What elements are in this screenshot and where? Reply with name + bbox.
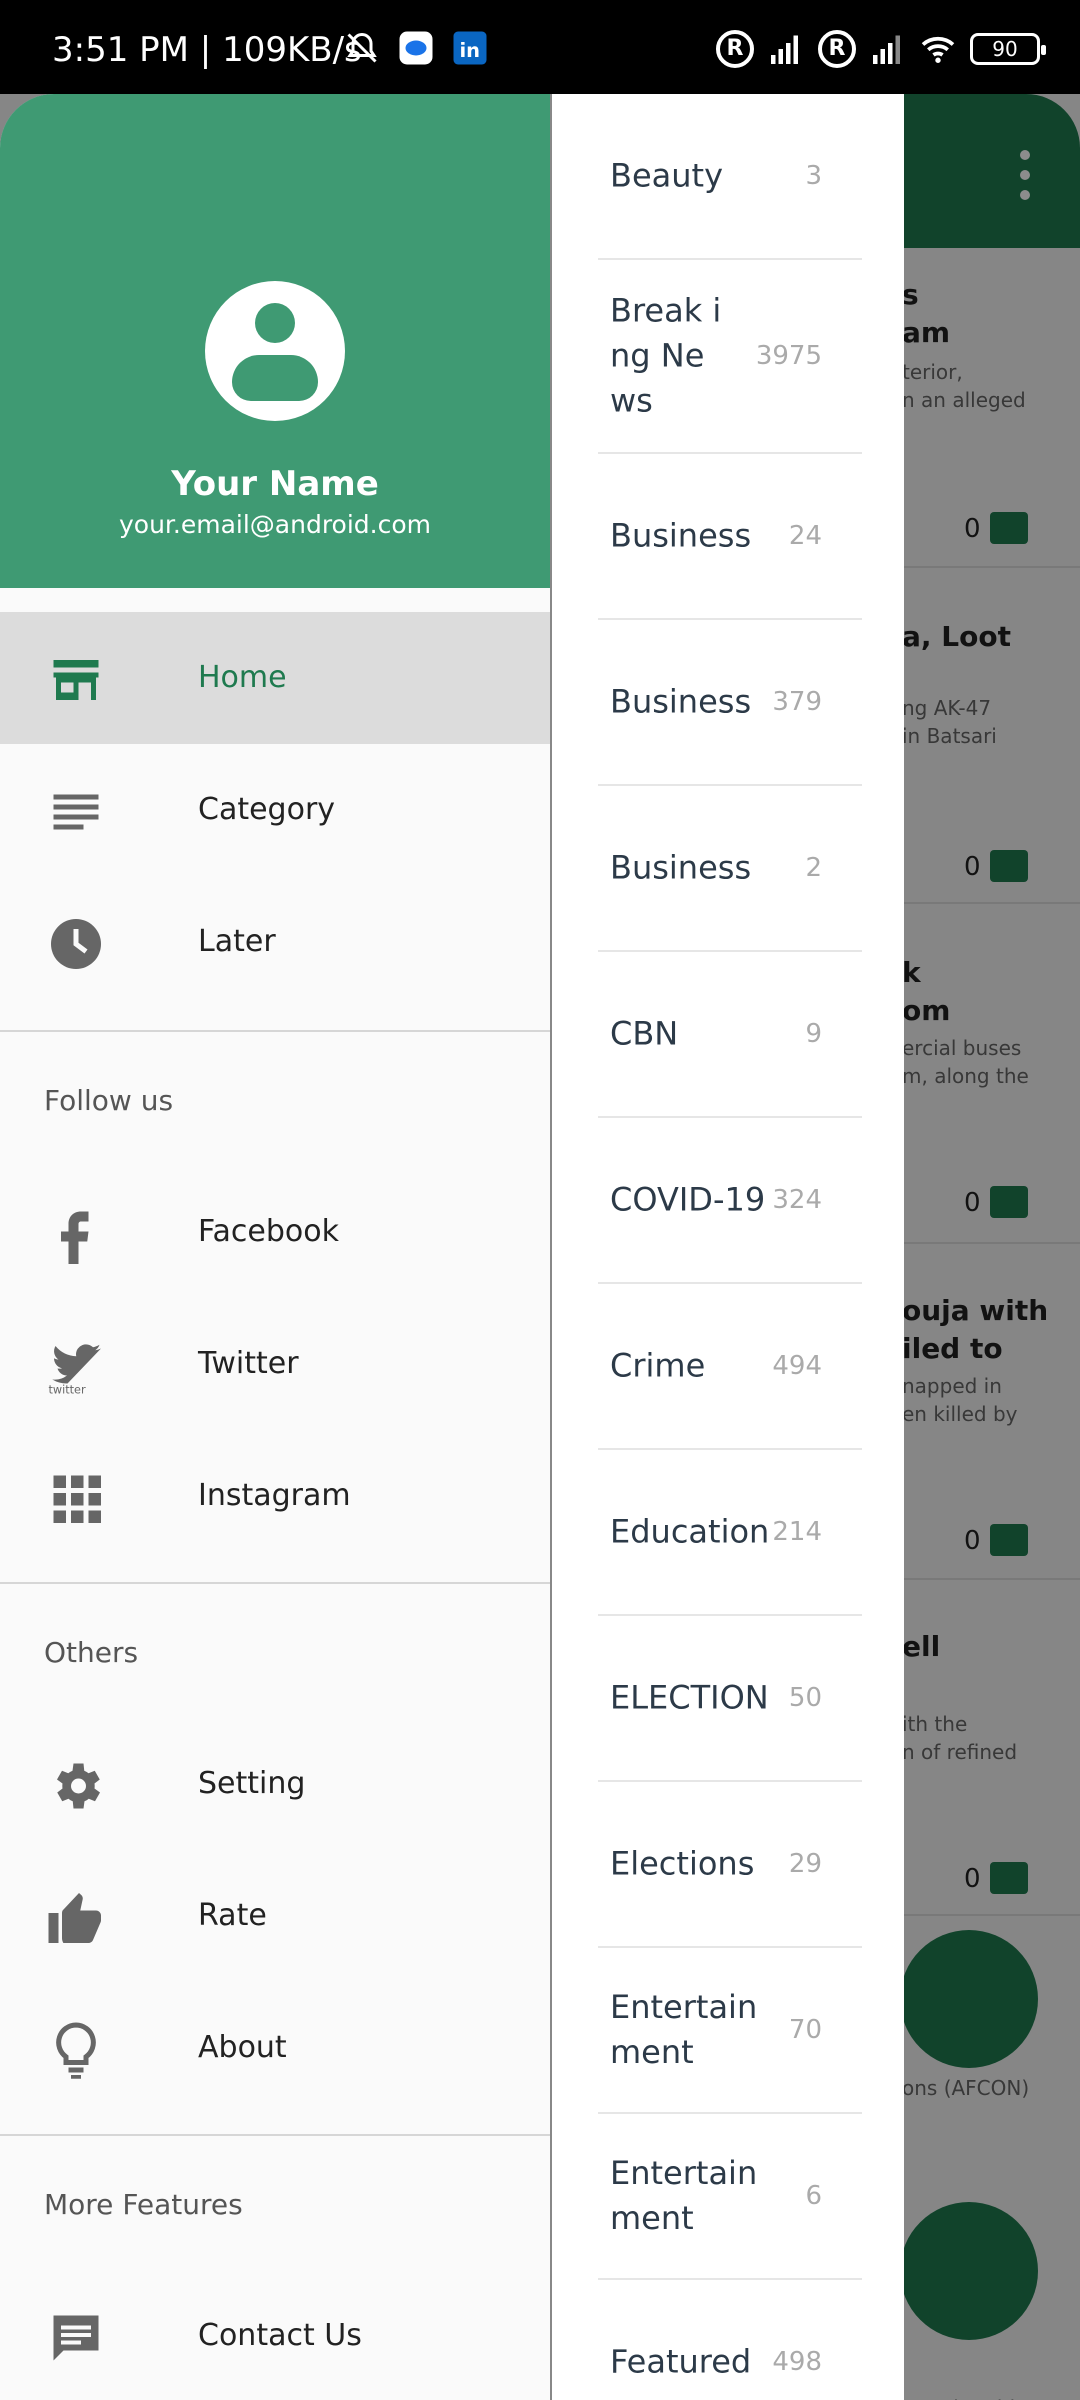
category-name: Crime xyxy=(610,1346,706,1385)
nav-item-home[interactable]: Home xyxy=(0,612,550,744)
nav-label: Later xyxy=(198,924,276,959)
category-count: 214 xyxy=(772,1517,822,1547)
user-email: your.email@android.com xyxy=(118,510,432,539)
category-item[interactable]: Business 24 xyxy=(598,454,862,620)
thumbs-up-icon xyxy=(48,1893,101,1943)
clock-icon xyxy=(51,919,101,969)
category-item[interactable]: Break ing News 3975 xyxy=(598,260,862,454)
grid-icon xyxy=(53,1475,101,1523)
category-item[interactable]: Crime 494 xyxy=(598,1284,862,1450)
section-title-more: More Features xyxy=(44,2188,243,2221)
user-name: Your Name xyxy=(171,464,379,504)
nav-label: Setting xyxy=(198,1766,306,1801)
nav-label: Instagram xyxy=(198,1478,351,1513)
avatar-icon xyxy=(205,281,345,421)
registered-icon: R xyxy=(716,30,754,68)
signal-icon xyxy=(771,35,798,64)
category-name: CBN xyxy=(610,1014,679,1053)
registered-icon: R xyxy=(818,30,856,68)
mute-icon xyxy=(347,32,377,63)
category-count: 6 xyxy=(805,2181,822,2211)
category-panel: Beauty 3 Break ing News 3975 Business 24… xyxy=(550,94,904,2400)
category-name: Business xyxy=(610,682,752,721)
category-item[interactable]: COVID-19 324 xyxy=(598,1118,862,1284)
gear-icon xyxy=(57,1763,101,1809)
list-icon xyxy=(53,794,99,830)
nav-item-facebook[interactable]: Facebook xyxy=(0,1166,550,1298)
nav-item-category[interactable]: Category xyxy=(0,744,550,876)
nav-item-setting[interactable]: Setting xyxy=(0,1718,550,1850)
category-name: Entertainment xyxy=(610,2154,758,2237)
category-count: 50 xyxy=(788,1683,822,1713)
section-title-follow: Follow us xyxy=(44,1084,174,1117)
signal-icon xyxy=(873,35,900,64)
category-name: ELECTION xyxy=(610,1678,769,1717)
twitter-icon: twitter xyxy=(49,1344,101,1397)
category-count: 3 xyxy=(805,161,822,191)
category-item[interactable]: Business 2 xyxy=(598,786,862,952)
category-name: Education xyxy=(610,1512,770,1551)
nav-label: Contact Us xyxy=(198,2318,362,2353)
category-item[interactable]: Featured 498 xyxy=(598,2280,862,2400)
category-name: Business xyxy=(610,848,752,887)
nav-item-contact-us[interactable]: Contact Us xyxy=(0,2270,550,2400)
facebook-icon xyxy=(61,1211,89,1264)
category-item[interactable]: Beauty 3 xyxy=(598,94,862,260)
battery-icon: 90 xyxy=(970,33,1046,65)
status-time: 3:51 PM | 109KB/s xyxy=(52,30,362,70)
nav-item-rate[interactable]: Rate xyxy=(0,1850,550,1982)
category-item[interactable]: Elections 29 xyxy=(598,1782,862,1948)
nav-label: About xyxy=(198,2030,287,2065)
category-count: 29 xyxy=(788,1849,822,1879)
divider xyxy=(0,2134,550,2136)
nav-label: Rate xyxy=(198,1898,267,1933)
drawer-header: Your Name your.email@android.com xyxy=(0,94,550,588)
category-name: Business xyxy=(610,516,752,555)
category-item[interactable]: Education 214 xyxy=(598,1450,862,1616)
nav-item-later[interactable]: Later xyxy=(0,876,550,1008)
nav-label: Home xyxy=(198,660,287,695)
navigation-drawer: Your Name your.email@android.com Home Ca… xyxy=(0,94,550,2400)
category-item[interactable]: CBN 9 xyxy=(598,952,862,1118)
message-icon xyxy=(53,2315,99,2361)
wifi-icon xyxy=(921,36,955,63)
messages-icon xyxy=(399,31,433,65)
category-count: 379 xyxy=(772,687,822,717)
nav-label: Twitter xyxy=(198,1346,299,1381)
category-item[interactable]: Entertainment 70 xyxy=(598,1948,862,2114)
category-count: 2 xyxy=(805,853,822,883)
divider xyxy=(0,1582,550,1584)
svg-text:in: in xyxy=(460,39,481,62)
category-item[interactable]: ELECTION 50 xyxy=(598,1616,862,1782)
category-name: Entertainment xyxy=(610,1988,758,2071)
linkedin-icon: in xyxy=(453,31,487,65)
category-item[interactable]: Business 379 xyxy=(598,620,862,786)
category-count: 494 xyxy=(772,1351,822,1381)
nav-label: Facebook xyxy=(198,1214,339,1249)
nav-item-about[interactable]: About xyxy=(0,1982,550,2114)
nav-label: Category xyxy=(198,792,336,827)
category-count: 3975 xyxy=(755,341,822,371)
nav-item-twitter[interactable]: twitter Twitter xyxy=(0,1298,550,1430)
category-count: 9 xyxy=(805,1019,822,1049)
divider xyxy=(0,1030,550,1032)
svg-text:twitter: twitter xyxy=(49,1384,86,1397)
category-count: 70 xyxy=(788,2015,822,2045)
category-name: Break ing News xyxy=(610,291,722,420)
category-count: 498 xyxy=(772,2347,822,2377)
category-item[interactable]: Entertainment 6 xyxy=(598,2114,862,2280)
category-count: 324 xyxy=(772,1185,822,1215)
category-name: COVID-19 xyxy=(610,1180,766,1219)
category-name: Elections xyxy=(610,1844,755,1883)
lightbulb-icon xyxy=(56,2022,96,2079)
store-icon xyxy=(53,660,99,700)
status-bar: 3:51 PM | 109KB/s in R R 90 xyxy=(0,0,1080,94)
battery-level: 90 xyxy=(992,37,1018,61)
section-title-others: Others xyxy=(44,1636,139,1669)
category-name: Featured xyxy=(610,2342,752,2381)
category-count: 24 xyxy=(788,521,822,551)
nav-item-instagram[interactable]: Instagram xyxy=(0,1430,550,1562)
category-name: Beauty xyxy=(610,156,724,195)
